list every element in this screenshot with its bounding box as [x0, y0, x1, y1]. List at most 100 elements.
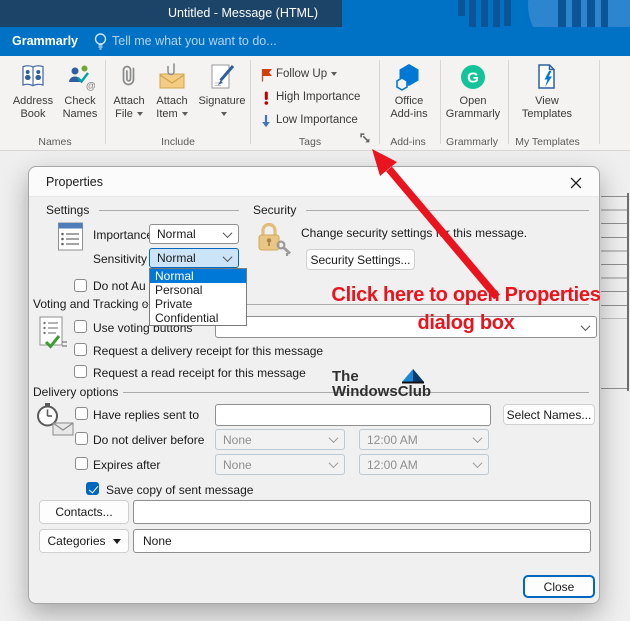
high-importance-label: High Importance: [276, 91, 361, 103]
have-replies-checkbox[interactable]: [75, 407, 88, 420]
categories-button[interactable]: Categories: [39, 529, 129, 553]
close-button[interactable]: Close: [523, 575, 595, 598]
address-book-icon: [9, 59, 57, 95]
follow-up-label: Follow Up: [276, 68, 328, 80]
save-copy-checkbox[interactable]: [86, 482, 99, 495]
attach-item-button[interactable]: Attach Item: [150, 59, 194, 135]
group-separator: [599, 60, 600, 144]
voting-tracking-icon: [37, 315, 71, 358]
dropdown-option-personal[interactable]: Personal: [150, 283, 246, 297]
expires-after-label[interactable]: Expires after: [93, 458, 160, 472]
group-separator: [508, 60, 509, 144]
low-importance-label: Low Importance: [276, 114, 358, 126]
paperclip-icon: [108, 59, 150, 95]
read-receipt-checkbox[interactable]: [74, 365, 87, 378]
svg-text:G: G: [467, 70, 479, 87]
chevron-down-icon: [472, 433, 483, 444]
grammarly-icon: G: [444, 59, 502, 95]
security-description: Change security settings for this messag…: [301, 226, 528, 240]
dropdown-caret-icon: [181, 112, 188, 117]
check-names-label: Check: [64, 95, 96, 107]
view-templates-icon: [512, 59, 582, 95]
dropdown-option-normal[interactable]: Normal: [150, 269, 246, 283]
expires-time-value: 12:00 AM: [367, 457, 418, 472]
tellme-box[interactable]: Tell me what you want to do...: [112, 34, 277, 48]
expires-date-combo[interactable]: None: [215, 454, 345, 475]
attach-file-button[interactable]: Attach File: [108, 59, 150, 135]
signature-button[interactable]: Signature: [196, 59, 248, 135]
contacts-field[interactable]: [133, 500, 591, 524]
replies-to-field[interactable]: [215, 404, 491, 426]
flag-icon: [256, 66, 276, 83]
group-label-include: Include: [161, 136, 195, 148]
low-importance-button[interactable]: Low Importance: [256, 110, 374, 130]
voting-buttons-combo[interactable]: [215, 316, 597, 338]
autoarchive-label[interactable]: Do not Au: [93, 279, 146, 293]
group-label-addins: Add-ins: [390, 136, 426, 148]
do-not-deliver-label[interactable]: Do not deliver before: [93, 433, 204, 447]
high-importance-button[interactable]: High Importance: [256, 87, 374, 107]
contacts-button[interactable]: Contacts...: [39, 500, 129, 524]
save-copy-label[interactable]: Save copy of sent message: [106, 483, 253, 497]
lightbulb-icon: [93, 32, 108, 56]
background-ruled-line: [601, 388, 627, 389]
dropdown-option-private[interactable]: Private: [150, 297, 246, 311]
group-label-grammarly: Grammarly: [446, 136, 498, 148]
security-settings-button[interactable]: Security Settings...: [306, 249, 415, 270]
tags-dialog-launcher[interactable]: [360, 132, 373, 145]
sensitivity-value: Normal: [157, 251, 196, 265]
sensitivity-combo[interactable]: Normal: [149, 248, 239, 268]
expires-date-value: None: [223, 457, 252, 472]
security-group-header: Security: [253, 203, 297, 217]
select-names-button[interactable]: Select Names...: [503, 404, 595, 425]
group-label-templates: My Templates: [515, 136, 580, 148]
delivery-group-header: Delivery options: [33, 385, 119, 399]
have-replies-label[interactable]: Have replies sent to: [93, 408, 199, 422]
dropdown-option-confidential[interactable]: Confidential: [150, 311, 246, 325]
address-book-label: Address: [12, 95, 54, 107]
deliver-time-combo[interactable]: 12:00 AM: [359, 429, 489, 450]
deliver-date-combo[interactable]: None: [215, 429, 345, 450]
settings-group-line: [99, 210, 239, 211]
sensitivity-label: Sensitivity: [93, 252, 148, 266]
dropdown-caret-icon: [331, 72, 338, 76]
importance-value: Normal: [157, 227, 196, 241]
background-ruled-lines: [601, 196, 627, 319]
attach-item-label: Attach: [156, 95, 188, 107]
tab-grammarly[interactable]: Grammarly: [12, 34, 78, 48]
categories-caret-icon: [112, 538, 121, 544]
open-grammarly-label: Open: [459, 95, 487, 107]
chevron-down-icon: [328, 433, 339, 444]
group-label-names: Names: [38, 136, 72, 148]
open-grammarly-button[interactable]: G Open Grammarly: [444, 59, 502, 135]
properties-dialog: Properties Settings Security Importance …: [28, 166, 600, 604]
svg-text:@: @: [86, 81, 95, 92]
attach-file-label: Attach: [113, 95, 145, 107]
categories-value: None: [143, 534, 172, 548]
expires-time-combo[interactable]: 12:00 AM: [359, 454, 489, 475]
categories-field[interactable]: None: [133, 529, 591, 553]
signature-icon: [196, 59, 248, 95]
view-templates-button[interactable]: View Templates: [512, 59, 582, 135]
high-importance-icon: [256, 89, 276, 106]
delivery-receipt-label[interactable]: Request a delivery receipt for this mess…: [93, 344, 323, 358]
use-voting-checkbox[interactable]: [74, 320, 87, 333]
group-separator: [379, 60, 380, 144]
dropdown-caret-icon: [221, 112, 227, 117]
do-not-deliver-checkbox[interactable]: [75, 432, 88, 445]
deliver-time-value: 12:00 AM: [367, 432, 418, 447]
address-book-button[interactable]: Address Book: [9, 59, 57, 135]
autoarchive-checkbox[interactable]: [74, 279, 87, 292]
expires-after-checkbox[interactable]: [75, 457, 88, 470]
check-names-icon: @: [57, 59, 103, 95]
follow-up-button[interactable]: Follow Up: [256, 64, 374, 84]
office-add-ins-button[interactable]: Office Add-ins: [384, 59, 434, 135]
importance-combo[interactable]: Normal: [149, 224, 239, 244]
sensitivity-dropdown-list: Normal Personal Private Confidential: [149, 268, 247, 326]
delivery-receipt-checkbox[interactable]: [74, 343, 87, 356]
close-icon[interactable]: [563, 172, 589, 193]
dropdown-caret-icon: [136, 112, 143, 117]
office-add-ins-label: Office: [394, 95, 424, 107]
check-names-button[interactable]: @ Check Names: [57, 59, 103, 135]
read-receipt-label[interactable]: Request a read receipt for this message: [93, 366, 306, 380]
